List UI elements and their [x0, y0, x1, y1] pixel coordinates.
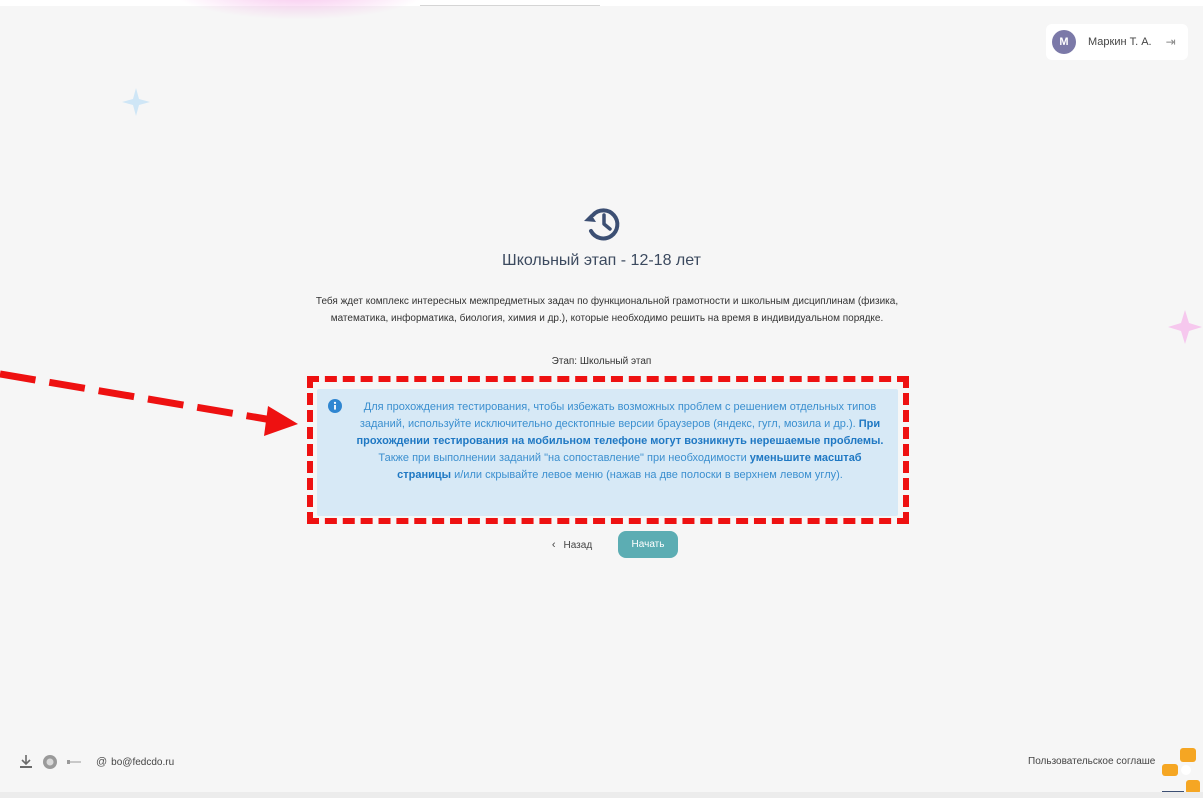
annotation-highlight-frame [307, 376, 909, 524]
history-icon [584, 208, 620, 241]
start-button[interactable]: Начать [618, 531, 678, 558]
user-agreement-link[interactable]: Пользовательское соглаше [1028, 756, 1155, 767]
back-label: Назад [563, 539, 593, 551]
user-name[interactable]: Маркин Т. А. [1088, 36, 1152, 48]
top-divider [420, 5, 600, 6]
bottom-edge [0, 792, 1203, 798]
chevron-left-icon: ‹ [551, 539, 556, 551]
back-button[interactable]: ‹ Назад [540, 532, 604, 558]
stage-description: Тебя ждет комплекс интересных межпредмет… [315, 296, 899, 324]
footer-links: @ bo@fedcdo.ru [18, 754, 174, 770]
partner-logo-icon[interactable] [66, 754, 82, 770]
page-title: Школьный этап - 12-18 лет [502, 252, 701, 269]
user-menu[interactable]: М Маркин Т. А. ⇥ [1046, 24, 1188, 60]
logout-icon[interactable]: ⇥ [1166, 35, 1176, 49]
annotation-arrow-icon [0, 370, 298, 436]
email-icon: @ [96, 756, 108, 768]
top-strip [0, 0, 1203, 6]
avatar[interactable]: М [1052, 30, 1076, 54]
partner-logo-icon[interactable] [42, 754, 58, 770]
help-widget-icon[interactable] [1160, 746, 1203, 798]
decorative-star-icon [1168, 310, 1202, 344]
email-link[interactable]: bo@fedcdo.ru [111, 757, 174, 768]
ministry-logo-icon[interactable] [18, 754, 34, 770]
decorative-star-icon [122, 88, 150, 116]
